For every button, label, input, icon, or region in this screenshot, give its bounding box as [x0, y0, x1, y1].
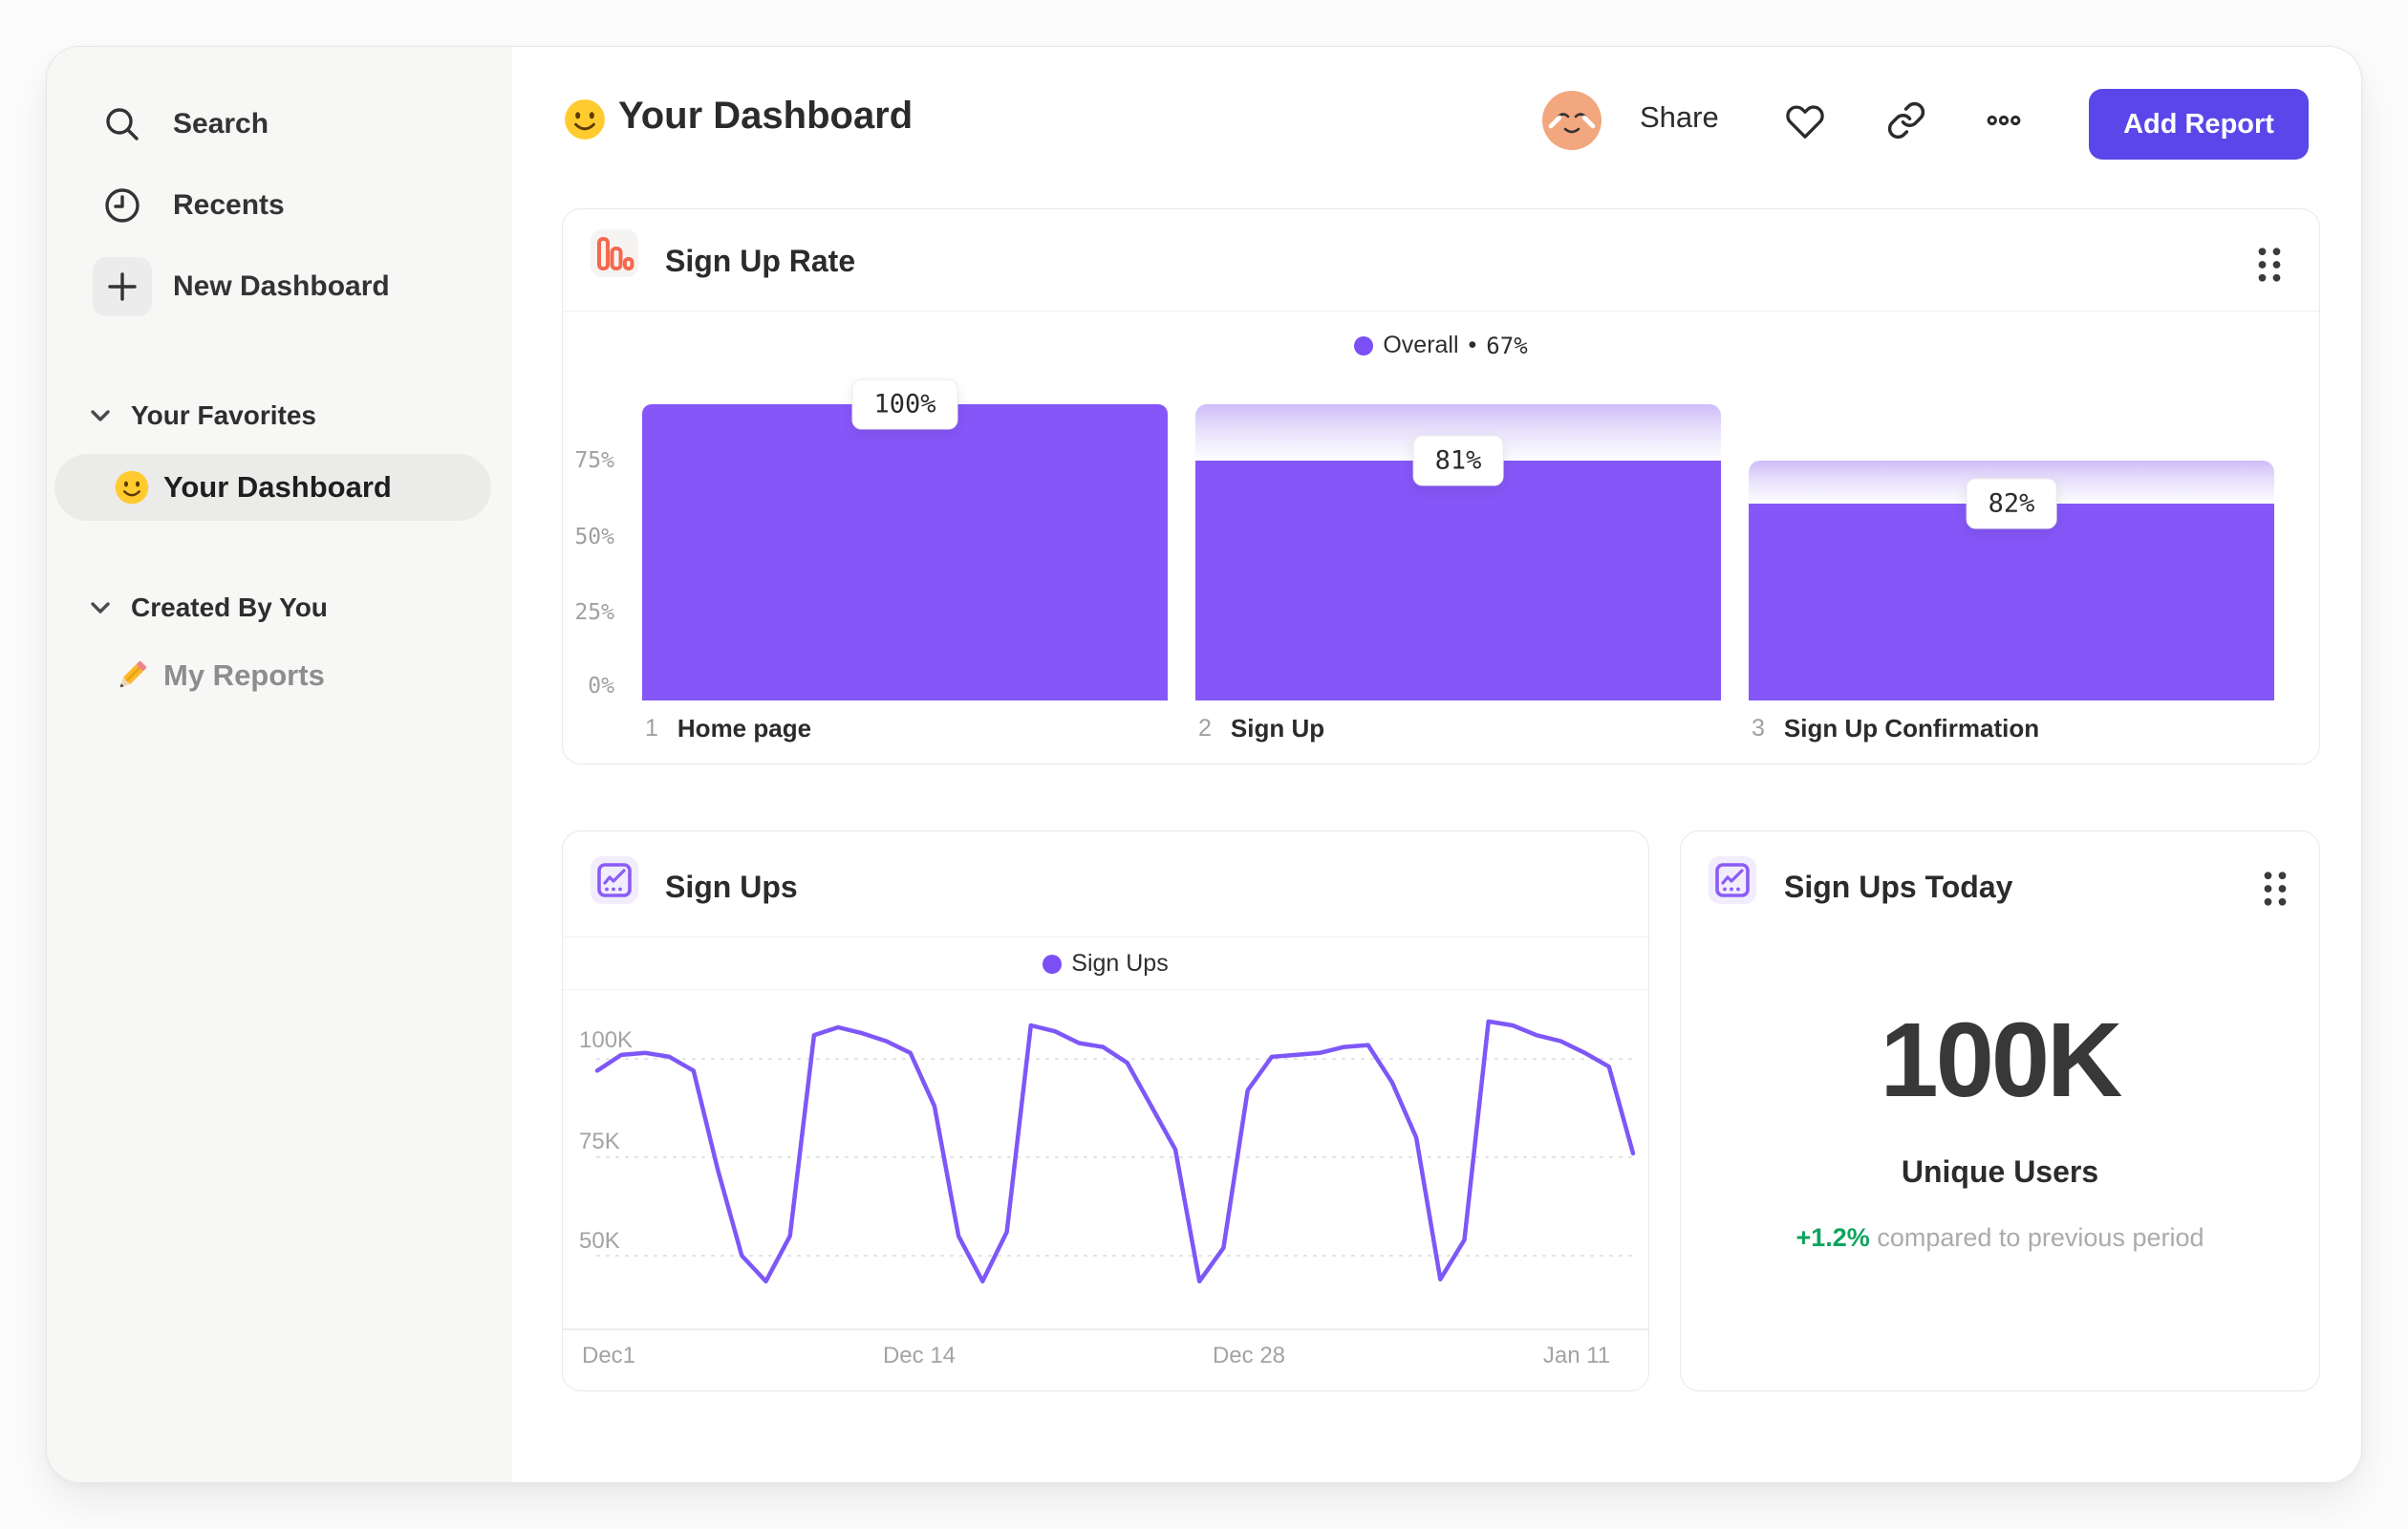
x-axis-tick: Dec 14 [882, 1343, 957, 1368]
line-legend: Sign Ups [563, 950, 1648, 978]
funnel-step-labels: 1 Home page 2 Sign Up 3 Sign Up Confirma… [563, 714, 2319, 746]
add-report-button[interactable]: Add Report [2089, 89, 2309, 160]
x-axis-tick: Dec 28 [1212, 1343, 1286, 1368]
step-index: 2 [1198, 715, 1212, 742]
drag-handle-icon[interactable] [2258, 870, 2292, 908]
funnel-bar-solid [1195, 460, 1721, 700]
x-axis-tick: Jan 11 [1542, 1343, 1611, 1368]
search-icon [93, 95, 152, 154]
share-button[interactable]: Share [1640, 100, 1719, 135]
step-index: 3 [1752, 715, 1765, 742]
card-title: Sign Ups [665, 870, 798, 904]
favorite-heart-icon[interactable] [1785, 100, 1825, 140]
stat-value: 100K [1880, 1001, 2123, 1119]
sidebar: Search Recents New Dashboard Your Favori… [47, 47, 512, 1482]
sidebar-item-label: New Dashboard [173, 270, 390, 302]
funnel-bar-home-page[interactable]: 100% [642, 378, 1168, 700]
funnel-step-label: 1 Home page [645, 714, 811, 743]
step-name: Sign Up [1230, 714, 1325, 743]
sidebar-item-new-dashboard[interactable]: New Dashboard [93, 257, 390, 316]
funnel-tooltip: 100% [851, 378, 958, 430]
sidebar-item-label: Your Dashboard [163, 470, 392, 504]
line-chart-icon [1709, 856, 1756, 904]
clock-icon [93, 176, 152, 235]
sidebar-item-recents[interactable]: Recents [93, 176, 285, 235]
step-name: Sign Up Confirmation [1783, 714, 2040, 743]
more-options-icon[interactable] [1984, 100, 2024, 140]
sign-ups-card: Sign Ups Sign Ups 100K 75K 50K Dec1 Dec … [562, 830, 1649, 1391]
sidebar-item-label: Search [173, 108, 269, 140]
delta-note: compared to previous period [1877, 1223, 2204, 1252]
legend-bullet: • [1468, 332, 1477, 358]
x-axis-tick: Dec1 [581, 1343, 636, 1368]
signup-rate-card: Sign Up Rate Overall • 67% 75% 50% 25% 0… [562, 208, 2320, 764]
user-avatar[interactable] [1542, 91, 1602, 150]
app-window: Search Recents New Dashboard Your Favori… [46, 46, 2362, 1483]
plus-icon [93, 257, 152, 316]
funnel-bar-sign-up-confirmation[interactable]: 82% [1749, 404, 2274, 700]
card-title: Sign Ups Today [1784, 870, 2013, 904]
stat-delta-row: +1.2% compared to previous period [1681, 1223, 2319, 1253]
section-header-label: Created By You [131, 592, 328, 622]
legend-dot-icon [1354, 335, 1374, 355]
step-name: Home page [677, 714, 812, 743]
sidebar-item-your-dashboard[interactable]: Your Dashboard [54, 454, 491, 521]
pencil-emoji-icon [119, 660, 147, 688]
copy-link-icon[interactable] [1886, 100, 1926, 140]
card-title: Sign Up Rate [665, 244, 856, 278]
stat-subtitle: Unique Users [1901, 1154, 2099, 1189]
sign-ups-series-line [594, 1019, 1636, 1284]
legend-dot-icon [1043, 954, 1063, 974]
x-axis-line [563, 1328, 1648, 1330]
funnel-tooltip: 81% [1412, 435, 1504, 486]
drag-handle-icon[interactable] [2252, 246, 2287, 284]
chevron-down-icon [91, 410, 110, 421]
delta-badge: +1.2% [1795, 1223, 1870, 1252]
funnel-tooltip: 82% [1966, 478, 2057, 529]
sidebar-section-your-favorites[interactable]: Your Favorites [89, 399, 316, 432]
funnel-legend: Overall • 67% [563, 332, 2319, 359]
funnel-bar-solid [642, 404, 1168, 700]
funnel-bars-icon [591, 229, 638, 277]
chevron-down-icon [91, 602, 110, 614]
legend-label: Sign Ups [1071, 950, 1169, 977]
funnel-bar-sign-up[interactable]: 81% [1195, 404, 1721, 700]
funnel-step-label: 2 Sign Up [1198, 714, 1324, 743]
section-header-label: Your Favorites [131, 400, 316, 430]
smiley-emoji-icon [565, 99, 605, 140]
main-content: Your Dashboard Share Add Report Sign Up … [512, 47, 2361, 1482]
line-chart-icon [591, 856, 638, 904]
sidebar-section-created-by-you[interactable]: Created By You [89, 592, 328, 624]
sidebar-item-label: My Reports [163, 658, 325, 692]
sign-ups-line-plot[interactable] [563, 989, 1650, 1328]
sign-ups-today-card: Sign Ups Today 100K Unique Users +1.2% c… [1680, 830, 2320, 1391]
legend-value: 67% [1486, 332, 1528, 359]
sidebar-item-my-reports[interactable]: My Reports [114, 649, 325, 702]
step-index: 1 [645, 715, 658, 742]
funnel-bar-solid [1749, 504, 2274, 700]
funnel-plot: 100% 81% 82% [563, 378, 2321, 700]
funnel-step-label: 3 Sign Up Confirmation [1752, 714, 2039, 743]
sidebar-item-search[interactable]: Search [93, 95, 269, 154]
sidebar-item-label: Recents [173, 189, 285, 221]
legend-label: Overall [1383, 332, 1459, 358]
divider [563, 311, 2319, 312]
page-title: Your Dashboard [618, 95, 914, 137]
smiley-emoji-icon [115, 470, 149, 505]
